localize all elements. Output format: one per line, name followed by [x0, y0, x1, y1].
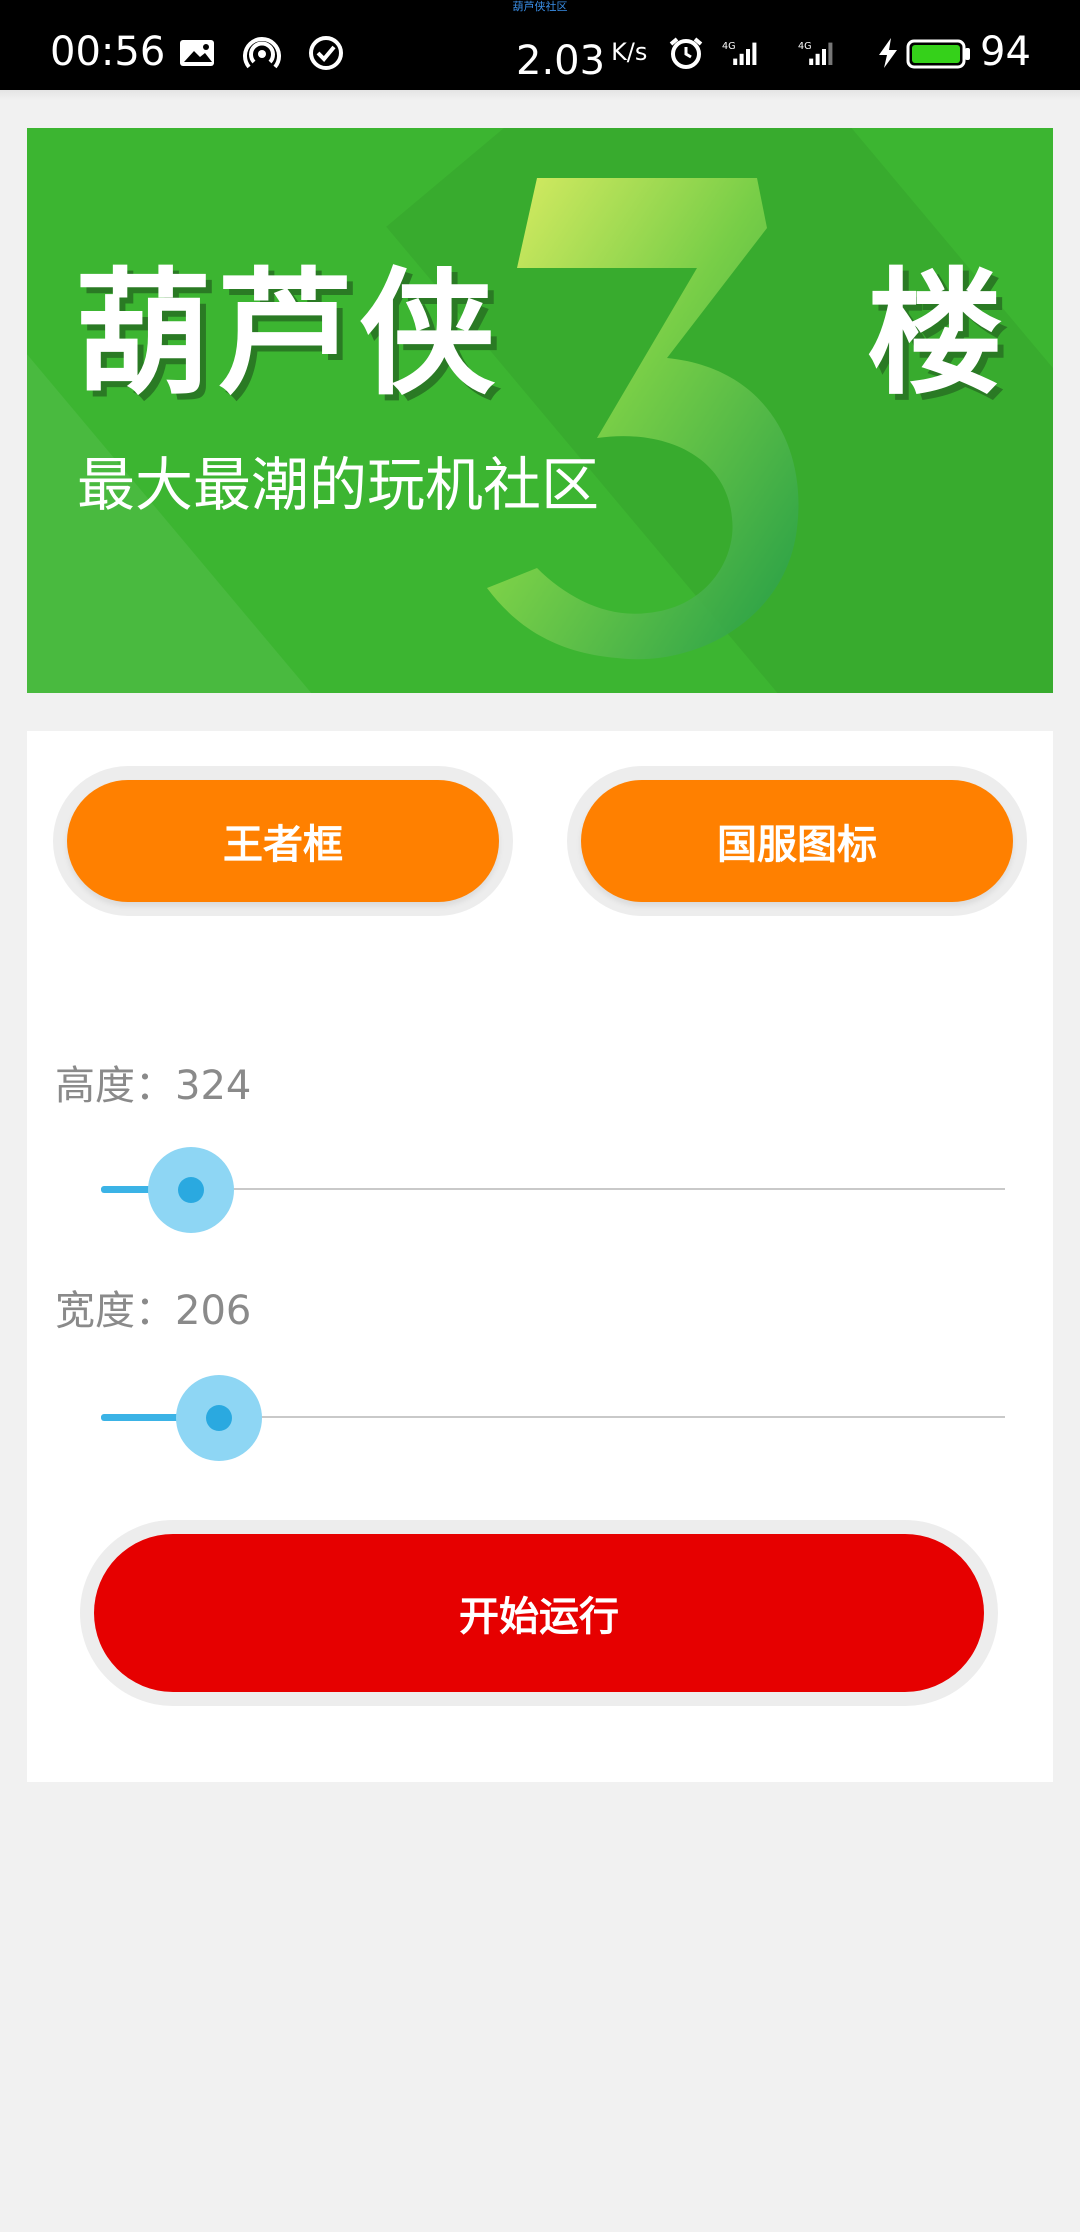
- svg-text:4G: 4G: [798, 41, 812, 52]
- network-speed-value: 2.03: [516, 38, 606, 84]
- promo-banner[interactable]: 葫芦侠 楼 最大最潮的玩机社区: [27, 128, 1053, 693]
- signal-4g-icon-2: 4G: [798, 41, 833, 65]
- server-icon-button[interactable]: 国服图标: [581, 780, 1013, 902]
- toolbar-shadow: [0, 90, 1080, 100]
- network-speed: 2.03 K/s: [516, 30, 647, 83]
- image-icon: [180, 40, 214, 66]
- hotspot-icon: [243, 37, 281, 69]
- start-run-button-wrapper: 开始运行: [80, 1520, 998, 1706]
- alarm-icon: [669, 37, 703, 69]
- server-icon-button-wrapper: 国服图标: [567, 766, 1027, 916]
- status-top-text: 葫芦侠社区: [512, 0, 568, 13]
- king-frame-button-wrapper: 王者框: [53, 766, 513, 916]
- banner-title: 葫芦侠: [75, 256, 501, 414]
- banner-suffix: 楼: [867, 256, 1003, 414]
- width-label: 宽度：206: [55, 1288, 252, 1334]
- height-label: 高度：324: [55, 1063, 252, 1109]
- control-panel: 王者框 国服图标 高度：324 宽度：206 开始运行: [27, 731, 1053, 1782]
- status-time: 00:56: [50, 29, 166, 75]
- battery-level: 94: [980, 29, 1031, 75]
- width-slider-thumb[interactable]: [205, 1405, 232, 1431]
- height-slider[interactable]: [101, 1147, 1005, 1233]
- king-frame-button[interactable]: 王者框: [67, 780, 499, 902]
- banner-digit-three-graphic: [487, 178, 799, 660]
- banner-subtitle: 最大最潮的玩机社区: [77, 451, 600, 519]
- width-slider[interactable]: [101, 1375, 1005, 1461]
- battery-icon: [906, 39, 970, 69]
- check-circle-icon: [309, 36, 343, 70]
- status-bar: 葫芦侠社区 00:56 2.03 K/s 4G 4G 94: [0, 0, 1080, 90]
- network-speed-unit: K/s: [611, 38, 648, 66]
- charging-icon: [879, 38, 897, 68]
- start-run-button[interactable]: 开始运行: [94, 1534, 984, 1692]
- signal-4g-icon: 4G: [722, 41, 757, 65]
- svg-text:4G: 4G: [722, 41, 736, 52]
